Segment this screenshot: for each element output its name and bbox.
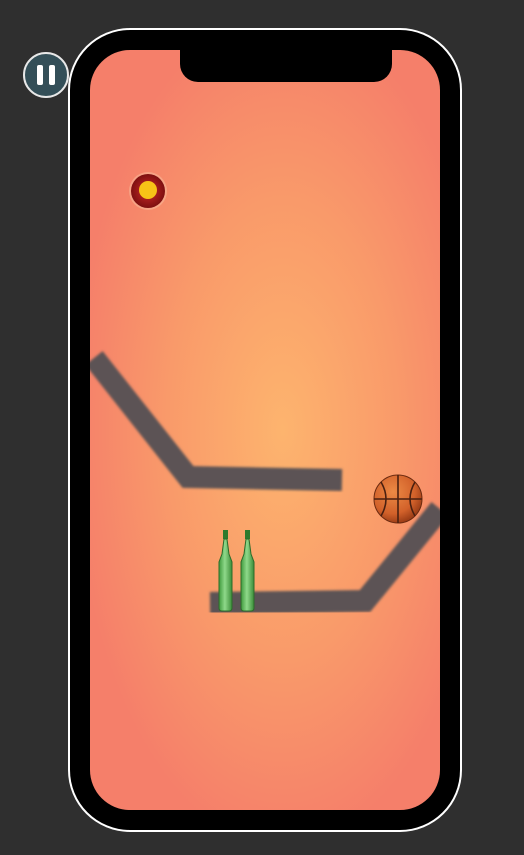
pause-button[interactable] — [23, 52, 69, 98]
game-screen[interactable] — [90, 50, 440, 810]
pause-icon-bar — [49, 65, 55, 85]
bottle-left — [218, 530, 233, 612]
pause-icon — [37, 65, 43, 85]
bottle-right — [240, 530, 255, 612]
game-canvas — [90, 172, 440, 614]
phone-notch — [180, 50, 392, 82]
ramp-upper-left — [90, 351, 343, 491]
target-button[interactable] — [129, 172, 167, 210]
basketball[interactable] — [373, 474, 423, 524]
phone-frame — [70, 30, 460, 830]
